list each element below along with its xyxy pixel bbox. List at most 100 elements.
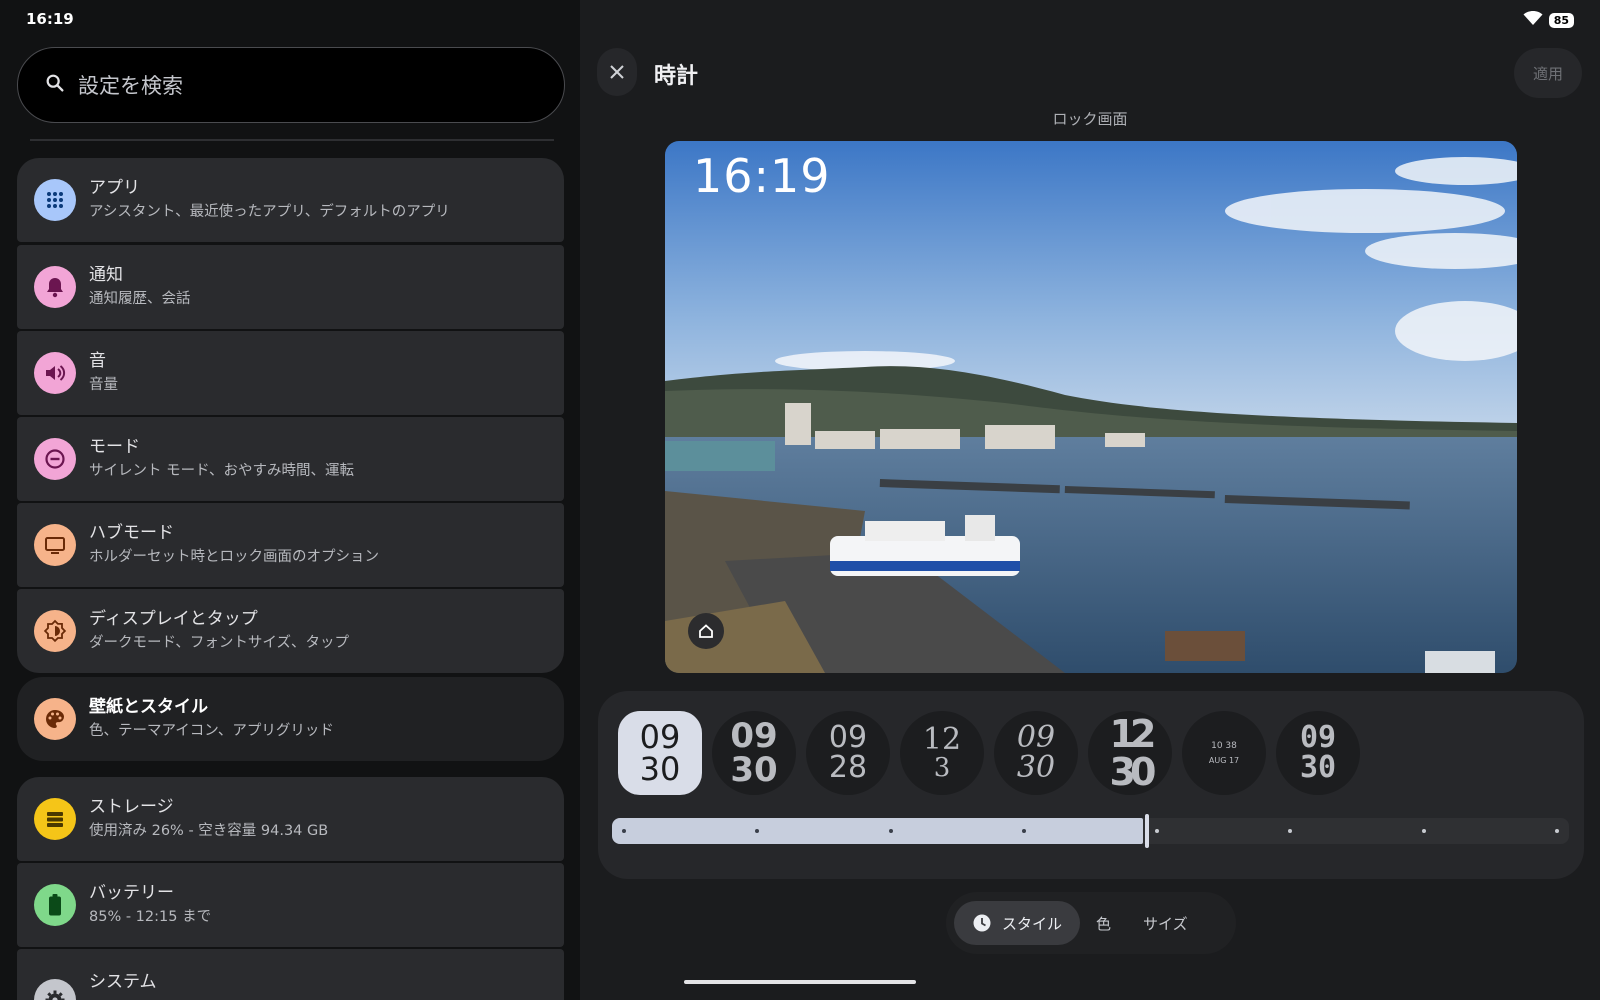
clock-face-option[interactable]: 09 28 (806, 711, 890, 795)
wallpaper-image (665, 141, 1517, 673)
clock-face-minutes: 30 (1016, 750, 1056, 785)
storage-icon (34, 798, 76, 840)
status-icons: 85 (1523, 10, 1574, 30)
preview-clock: 16:19 (693, 149, 831, 203)
clock-face-hours: 12 (922, 722, 962, 757)
gear-icon (34, 979, 76, 1000)
speaker-icon (34, 352, 76, 394)
tab-style[interactable]: スタイル (954, 901, 1081, 945)
editor-tabs: スタイル 色 サイズ (946, 892, 1236, 954)
battery-level: 85 (1548, 12, 1574, 28)
settings-item-subtitle: ダークモード、フォントサイズ、タップ (89, 635, 349, 651)
apply-button[interactable]: 適用 (1514, 48, 1582, 98)
settings-item-hub-mode[interactable]: ハブモード ホルダーセット時とロック画面のオプション (17, 503, 564, 587)
lock-screen-label: ロック画面 (1052, 110, 1128, 128)
clock-face-minutes: 30 (1109, 750, 1157, 794)
clock-face-hours: 09 (828, 720, 868, 755)
clock-face-minutes: 30 (730, 750, 778, 790)
clock-face-option[interactable]: 09 30 (994, 711, 1078, 795)
settings-item-subtitle: 通知履歴、会話 (89, 291, 191, 307)
clock-editor-pane: 85 時計 適用 ロック画面 16:19 09 30 09 30 09 28 1… (580, 0, 1600, 1000)
settings-item-title: システム (89, 972, 157, 992)
settings-item-battery[interactable]: バッテリー 85% - 12:15 まで (17, 863, 564, 947)
tab-color[interactable]: 色 (1080, 901, 1127, 945)
search-placeholder: 設定を検索 (78, 74, 183, 98)
page-title: 時計 (654, 64, 699, 89)
settings-item-subtitle: 音量 (89, 377, 118, 393)
tab-label: スタイル (1002, 914, 1063, 933)
close-icon (610, 65, 624, 79)
clock-face-option[interactable]: 12 30 (1088, 711, 1172, 795)
do-not-disturb-icon (34, 438, 76, 480)
settings-item-title: 壁紙とスタイル (89, 697, 208, 717)
clock-face-time: 10 38 (1211, 740, 1237, 751)
settings-item-title: アプリ (89, 178, 140, 198)
settings-item-subtitle: ホルダーセット時とロック画面のオプション (89, 549, 379, 565)
settings-item-subtitle: 85% - 12:15 まで (89, 909, 212, 925)
clock-face-hours: 09 (639, 718, 681, 756)
battery-icon (34, 884, 76, 926)
clock-face-minutes: 3 (933, 753, 951, 783)
home-icon[interactable] (688, 613, 724, 649)
clock-face-minutes: 30 (639, 750, 681, 788)
settings-item-notifications[interactable]: 通知 通知履歴、会話 (17, 245, 564, 329)
clock-icon (973, 914, 991, 932)
slider-step-dot (1555, 829, 1559, 833)
slider-handle[interactable] (1145, 814, 1149, 848)
clock-face-minutes: 30 (1299, 750, 1337, 785)
settings-item-system[interactable]: システム (17, 949, 564, 1000)
clock-style-panel: 09 30 09 30 09 28 12 3 09 30 12 30 10 38… (598, 691, 1584, 879)
settings-item-apps[interactable]: アプリ アシスタント、最近使ったアプリ、デフォルトのアプリ (17, 158, 564, 242)
settings-item-title: 通知 (89, 265, 123, 285)
settings-item-title: ディスプレイとタップ (89, 609, 258, 629)
clock-face-list: 09 30 09 30 09 28 12 3 09 30 12 30 10 38… (618, 711, 1360, 795)
slider-step-dot (622, 829, 626, 833)
slider-step-dot (1021, 829, 1026, 833)
clock-face-minutes: 28 (828, 750, 868, 785)
divider (30, 139, 554, 141)
settings-item-subtitle: アシスタント、最近使ったアプリ、デフォルトのアプリ (89, 204, 450, 220)
apps-grid-icon (34, 179, 76, 221)
settings-item-title: ハブモード (89, 523, 174, 543)
settings-item-sound[interactable]: 音 音量 (17, 331, 564, 415)
settings-item-display[interactable]: ディスプレイとタップ ダークモード、フォントサイズ、タップ (17, 589, 564, 673)
clock-face-option[interactable]: 09 30 (712, 711, 796, 795)
settings-item-storage[interactable]: ストレージ 使用済み 26% - 空き容量 94.34 GB (17, 777, 564, 861)
clock-face-option[interactable]: 10 38 AUG 17 (1182, 711, 1266, 795)
settings-item-subtitle: 使用済み 26% - 空き容量 94.34 GB (89, 823, 329, 839)
clock-face-option[interactable]: 12 3 (900, 711, 984, 795)
settings-item-title: ストレージ (89, 797, 174, 817)
settings-item-title: 音 (89, 351, 106, 371)
clock-face-option[interactable]: 09 30 (618, 711, 702, 795)
brightness-icon (34, 610, 76, 652)
close-button[interactable] (597, 48, 637, 96)
settings-item-wallpaper-style[interactable]: 壁紙とスタイル 色、テーマアイコン、アプリグリッド (17, 677, 564, 761)
clock-face-hours: 09 (1299, 720, 1337, 755)
search-icon (44, 72, 66, 98)
settings-pane: 16:19 設定を検索 アプリ アシスタント、最近使ったアプリ、デフォルトのアプ… (0, 0, 580, 1000)
clock-face-option[interactable]: 09 30 (1276, 711, 1360, 795)
monitor-icon (34, 524, 76, 566)
status-time: 16:19 (26, 10, 74, 28)
settings-item-modes[interactable]: モード サイレント モード、おやすみ時間、運転 (17, 417, 564, 501)
tab-label: 色 (1096, 914, 1112, 933)
palette-icon (34, 698, 76, 740)
clock-face-date: AUG 17 (1208, 755, 1240, 765)
slider-step-dot (1421, 829, 1426, 833)
wifi-icon (1523, 10, 1543, 30)
clock-size-slider[interactable] (612, 814, 1569, 848)
settings-item-subtitle: 色、テーマアイコン、アプリグリッド (89, 723, 334, 739)
tab-size[interactable]: サイズ (1127, 901, 1204, 945)
tab-label: サイズ (1143, 914, 1188, 933)
lock-screen-preview[interactable]: 16:19 (665, 141, 1517, 673)
clock-face-hours: 09 (1016, 720, 1056, 755)
clock-face-hours: 09 (730, 716, 778, 756)
bell-icon (34, 266, 76, 308)
settings-item-title: モード (89, 437, 140, 457)
search-bar[interactable]: 設定を検索 (17, 47, 565, 123)
settings-item-title: バッテリー (89, 883, 174, 903)
gesture-bar[interactable] (684, 980, 916, 984)
slider-fill (612, 818, 1143, 844)
clock-face-hours: 12 (1109, 712, 1157, 756)
slider-step-dot (888, 829, 893, 833)
